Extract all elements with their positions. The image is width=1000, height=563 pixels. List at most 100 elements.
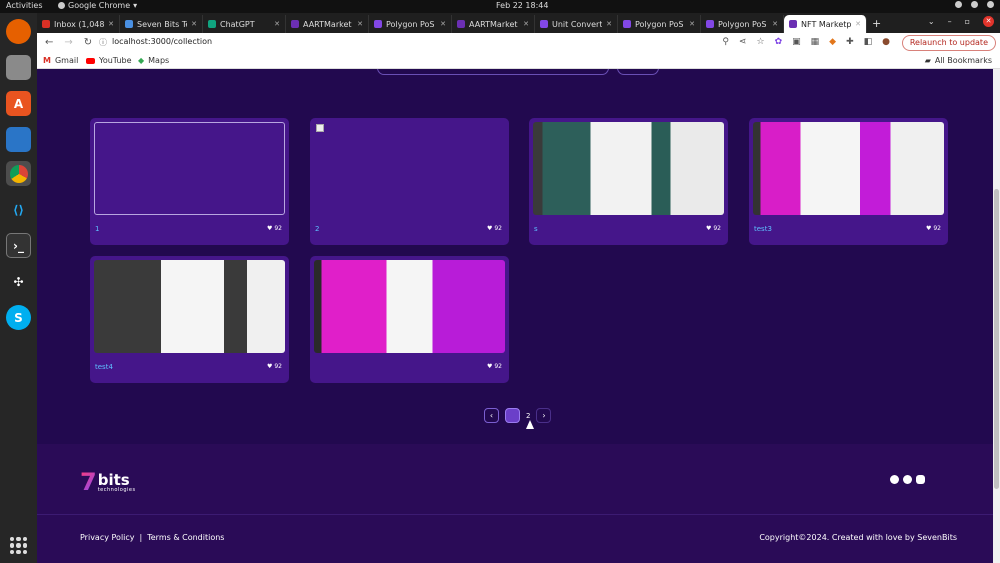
tab-5[interactable]: AARTMarket ✕ xyxy=(452,15,535,33)
share-icon[interactable]: ⋖ xyxy=(739,37,747,47)
broken-image-icon xyxy=(316,124,324,132)
scrollbar[interactable] xyxy=(993,69,1000,563)
app-menu[interactable]: Google Chrome ▾ xyxy=(58,1,137,10)
nft-likes[interactable]: ♥ 92 xyxy=(706,225,721,232)
logo-seven: 7 xyxy=(80,468,97,496)
close-icon[interactable]: ✕ xyxy=(357,20,363,28)
close-icon[interactable]: ✕ xyxy=(689,20,695,28)
close-icon[interactable]: ✕ xyxy=(108,20,114,28)
nft-card[interactable]: s ♥ 92 xyxy=(529,118,728,245)
nft-card[interactable]: 1 ♥ 92 xyxy=(90,118,289,245)
tab-favicon-icon xyxy=(706,20,714,28)
reload-icon[interactable]: ↻ xyxy=(84,37,92,48)
sidepanel-icon[interactable]: ◧ xyxy=(864,37,873,47)
forward-icon[interactable]: → xyxy=(64,37,72,48)
slack-icon[interactable]: ✣ xyxy=(6,269,31,294)
show-apps-icon[interactable] xyxy=(10,537,27,554)
extension-icon[interactable]: ▦ xyxy=(811,37,820,47)
nft-likes[interactable]: ♥ 92 xyxy=(487,363,502,370)
tab-6[interactable]: Unit Converte ✕ xyxy=(535,15,618,33)
github-icon[interactable] xyxy=(890,475,899,484)
heart-icon: ♥ xyxy=(486,363,493,370)
clock[interactable]: Feb 22 18:44 xyxy=(496,1,548,10)
tab-1[interactable]: Seven Bits Te ✕ xyxy=(120,15,203,33)
terminal-icon[interactable]: ›_ xyxy=(6,233,31,258)
skype-icon[interactable]: S xyxy=(6,305,31,330)
terms-link[interactable]: Terms & Conditions xyxy=(147,533,224,542)
all-bookmarks[interactable]: ▰ All Bookmarks xyxy=(925,56,992,65)
nft-name[interactable]: test4 xyxy=(95,363,113,371)
tab-8[interactable]: Polygon PoS ✕ xyxy=(701,15,784,33)
system-tray[interactable] xyxy=(955,1,994,8)
nft-likes[interactable]: ♥ 92 xyxy=(267,363,282,370)
close-icon[interactable]: ✕ xyxy=(855,20,861,28)
close-icon[interactable]: ✕ xyxy=(440,20,446,28)
nft-card[interactable]: ♥ 92 xyxy=(310,256,509,383)
nft-image xyxy=(753,122,944,215)
chevron-down-icon[interactable]: ⌄ xyxy=(928,17,935,26)
nft-name[interactable]: s xyxy=(534,225,538,233)
bookmark-gmail[interactable]: M Gmail xyxy=(43,56,78,65)
page-2-button[interactable]: 2 xyxy=(526,412,530,420)
nft-card[interactable]: 2 ♥ 92 xyxy=(310,118,509,245)
nft-name[interactable]: 1 xyxy=(95,225,99,233)
bookmark-maps[interactable]: ◆ Maps xyxy=(138,56,169,65)
back-icon[interactable]: ← xyxy=(45,37,53,48)
minimize-button[interactable]: – xyxy=(948,17,952,26)
relaunch-button[interactable]: Relaunch to update xyxy=(901,35,996,51)
writer-icon[interactable] xyxy=(6,127,31,152)
discord-icon[interactable] xyxy=(916,475,925,484)
page-1-button[interactable] xyxy=(505,408,520,423)
nft-likes[interactable]: ♥ 92 xyxy=(926,225,941,232)
firefox-icon[interactable] xyxy=(6,19,31,44)
close-icon[interactable]: ✕ xyxy=(191,20,197,28)
close-icon[interactable]: ✕ xyxy=(274,20,280,28)
url-field[interactable]: ⓘ localhost:3000/collection xyxy=(99,37,212,48)
files-icon[interactable] xyxy=(6,55,31,80)
twitter-icon[interactable] xyxy=(903,475,912,484)
nft-likes[interactable]: ♥ 92 xyxy=(487,225,502,232)
close-icon[interactable]: ✕ xyxy=(606,20,612,28)
nft-card[interactable]: test3 ♥ 92 xyxy=(749,118,948,245)
close-icon[interactable]: ✕ xyxy=(772,20,778,28)
activities-button[interactable]: Activities xyxy=(6,1,43,10)
privacy-link[interactable]: Privacy Policy xyxy=(80,533,135,542)
chrome-dock-icon[interactable] xyxy=(6,161,31,186)
tab-0[interactable]: Inbox (1,048) ✕ xyxy=(37,15,120,33)
extension-icon[interactable]: ✿ xyxy=(775,37,783,47)
info-icon[interactable]: ⓘ xyxy=(99,37,107,48)
maximize-button[interactable]: ▫ xyxy=(965,17,970,26)
sevenbits-logo[interactable]: 7 bits technologies xyxy=(80,468,136,496)
next-page-button[interactable]: › xyxy=(536,408,552,423)
vscode-icon[interactable]: ⟨⟩ xyxy=(6,197,31,222)
tab-7[interactable]: Polygon PoS ✕ xyxy=(618,15,701,33)
avatar[interactable]: ● xyxy=(882,37,890,47)
puzzle-icon[interactable]: ✚ xyxy=(846,37,854,47)
zoom-icon[interactable]: ⚲ xyxy=(722,37,729,47)
bookmark-label: All Bookmarks xyxy=(934,56,992,65)
separator: | xyxy=(139,533,143,542)
extension-icon[interactable]: ▣ xyxy=(792,37,801,47)
tab-strip: Inbox (1,048) ✕ Seven Bits Te ✕ ChatGPT ✕ A… xyxy=(37,13,1000,33)
scrollbar-thumb[interactable] xyxy=(994,189,999,489)
star-icon[interactable]: ☆ xyxy=(757,37,765,47)
tab-9-active[interactable]: NFT Marketp ✕ xyxy=(784,15,867,33)
nft-name[interactable]: test3 xyxy=(754,225,772,233)
metamask-icon[interactable]: ◆ xyxy=(829,37,836,47)
software-icon[interactable]: A xyxy=(6,91,31,116)
tab-3[interactable]: AARTMarket ✕ xyxy=(286,15,369,33)
tab-2[interactable]: ChatGPT ✕ xyxy=(203,15,286,33)
new-tab-button[interactable]: + xyxy=(872,17,881,30)
mouse-cursor-icon xyxy=(526,420,534,429)
close-icon[interactable]: ✕ xyxy=(523,20,529,28)
tab-favicon-icon xyxy=(42,20,50,28)
nft-card[interactable]: test4 ♥ 92 xyxy=(90,256,289,383)
tab-4[interactable]: Polygon PoS ✕ xyxy=(369,15,452,33)
nft-name[interactable]: 2 xyxy=(315,225,319,233)
nft-likes[interactable]: ♥ 92 xyxy=(267,225,282,232)
close-window-button[interactable]: ✕ xyxy=(983,16,994,27)
filter-button[interactable] xyxy=(617,69,659,75)
prev-page-button[interactable]: ‹ xyxy=(484,408,499,423)
bookmark-youtube[interactable]: YouTube xyxy=(86,56,132,65)
search-input[interactable] xyxy=(377,69,609,75)
